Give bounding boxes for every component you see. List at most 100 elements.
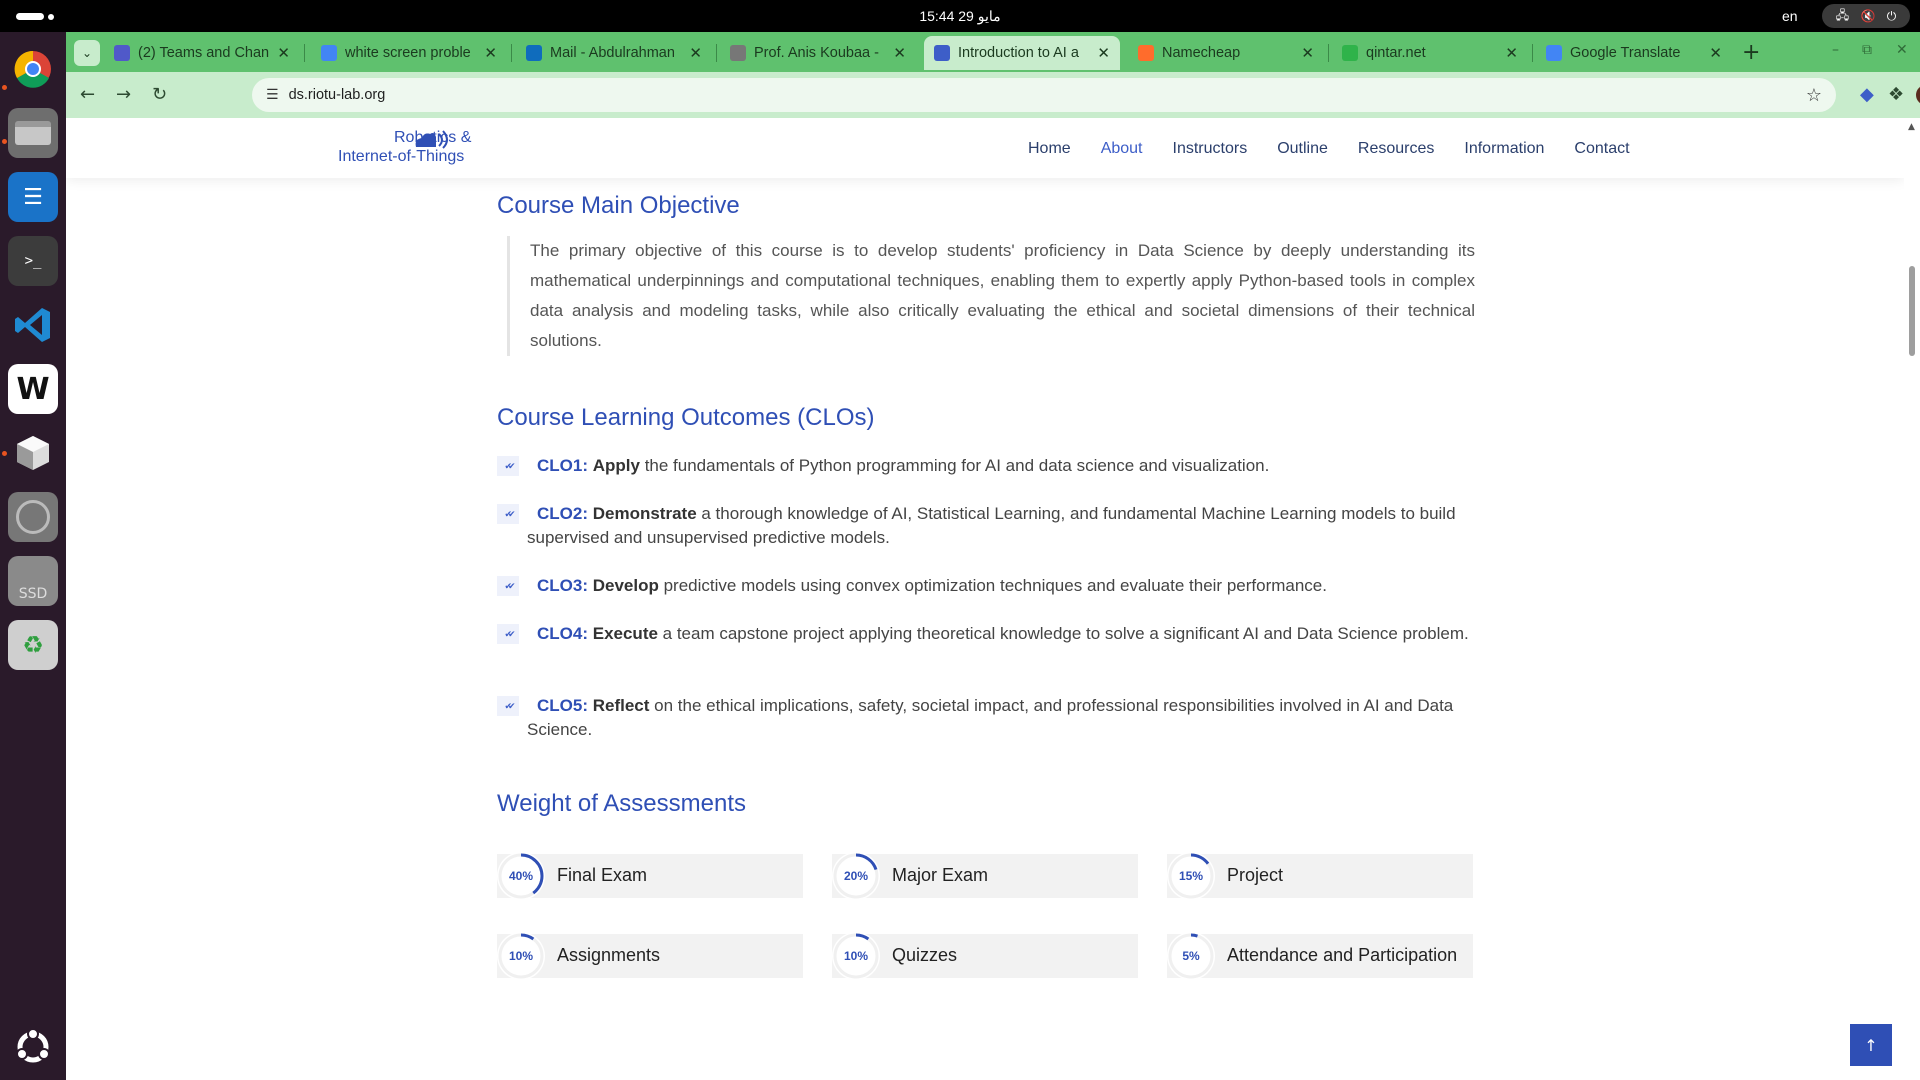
tab-separator bbox=[1328, 44, 1329, 62]
box-app-icon[interactable] bbox=[8, 428, 58, 478]
running-indicator bbox=[2, 85, 7, 90]
files-icon[interactable] bbox=[8, 108, 58, 158]
progress-ring: 20% bbox=[832, 852, 880, 900]
double-check-icon: ✔✔ bbox=[497, 696, 519, 716]
minimize-icon[interactable]: – bbox=[1832, 42, 1839, 58]
clo-item: ✔✔ CLO4: Execute a team capstone project … bbox=[497, 622, 1475, 646]
site-header: Robotics & Internet-of-Things Home About I… bbox=[66, 118, 1904, 178]
input-language[interactable]: en bbox=[1782, 8, 1798, 24]
forward-icon[interactable]: → bbox=[116, 84, 131, 105]
address-bar[interactable]: ☰ ☆ bbox=[252, 78, 1836, 112]
clo-verb: Apply bbox=[592, 456, 640, 475]
tab-close-icon[interactable]: ✕ bbox=[1097, 44, 1110, 62]
page-scrollbar[interactable]: ▲ bbox=[1904, 118, 1920, 1080]
site-info-icon[interactable]: ☰ bbox=[266, 87, 279, 103]
trash-icon[interactable]: ♻ bbox=[8, 620, 58, 670]
back-to-top-button[interactable]: ↑ bbox=[1850, 1024, 1892, 1066]
tab-favicon-icon bbox=[114, 45, 130, 61]
tab-close-icon[interactable]: ✕ bbox=[689, 44, 702, 62]
assessment-card: 40% Final Exam bbox=[497, 852, 803, 900]
tab-close-icon[interactable]: ✕ bbox=[1709, 44, 1722, 62]
nav-link-outline[interactable]: Outline bbox=[1277, 140, 1328, 158]
assessment-percent: 15% bbox=[1178, 869, 1204, 883]
browser-tab[interactable]: Mail - Abdulrahman ✕ bbox=[516, 36, 712, 70]
profile-avatar[interactable] bbox=[1916, 85, 1920, 105]
tab-title: Namecheap bbox=[1162, 45, 1241, 61]
site-logo[interactable]: Robotics & Internet-of-Things bbox=[338, 128, 471, 166]
browser-tab[interactable]: (2) Teams and Chan ✕ bbox=[104, 36, 300, 70]
tab-close-icon[interactable]: ✕ bbox=[277, 44, 290, 62]
nav-link-information[interactable]: Information bbox=[1464, 140, 1544, 158]
scrollbar-thumb[interactable] bbox=[1909, 266, 1915, 356]
browser-toolbar: ← → ↻ ☰ ☆ ◆ ❖ ⋮ bbox=[66, 72, 1920, 118]
clo-code: CLO4: bbox=[537, 624, 588, 643]
tab-separator bbox=[511, 44, 512, 62]
tab-title: white screen proble bbox=[345, 45, 471, 61]
nav-link-home[interactable]: Home bbox=[1028, 140, 1071, 158]
tab-search-icon[interactable]: ⌄ bbox=[74, 40, 100, 66]
tab-title: (2) Teams and Chan bbox=[138, 45, 270, 61]
double-check-icon: ✔✔ bbox=[497, 624, 519, 644]
browser-tab[interactable]: Prof. Anis Koubaa - ✕ bbox=[720, 36, 916, 70]
terminal-icon[interactable]: >_ bbox=[8, 236, 58, 286]
objective-heading: Course Main Objective bbox=[497, 192, 740, 219]
assessment-percent: 40% bbox=[508, 869, 534, 883]
browser-tab[interactable]: Introduction to AI a ✕ bbox=[924, 36, 1120, 70]
clo-code: CLO2: bbox=[537, 504, 588, 523]
vscode-icon[interactable] bbox=[8, 300, 58, 350]
assessments-heading: Weight of Assessments bbox=[497, 790, 746, 817]
assessment-card: 10% Assignments bbox=[497, 932, 803, 980]
browser-tab[interactable]: Namecheap ✕ bbox=[1128, 36, 1324, 70]
w-app-icon[interactable]: W bbox=[8, 364, 58, 414]
assessment-card: 20% Major Exam bbox=[832, 852, 1138, 900]
system-tray[interactable]: 🖧 🔇 ⏻ bbox=[1822, 4, 1910, 28]
assessment-card: 5% Attendance and Participation bbox=[1167, 932, 1473, 980]
clo-verb: Develop bbox=[592, 576, 659, 595]
nav-link-contact[interactable]: Contact bbox=[1574, 140, 1629, 158]
tab-close-icon[interactable]: ✕ bbox=[893, 44, 906, 62]
writer-icon[interactable]: ☰ bbox=[8, 172, 58, 222]
browser-tab[interactable]: qintar.net ✕ bbox=[1332, 36, 1528, 70]
assessment-label: Quizzes bbox=[892, 945, 958, 965]
clo-item: ✔✔ CLO3: Develop predictive models using … bbox=[497, 574, 1475, 598]
close-window-icon[interactable]: ✕ bbox=[1896, 42, 1908, 58]
scroll-up-arrow-icon[interactable]: ▲ bbox=[1908, 122, 1915, 132]
running-indicator bbox=[2, 451, 7, 456]
tab-favicon-icon bbox=[1138, 45, 1154, 61]
browser-tab[interactable]: Google Translate ✕ bbox=[1536, 36, 1732, 70]
url-input[interactable] bbox=[288, 87, 1689, 103]
clo-heading: Course Learning Outcomes (CLOs) bbox=[497, 404, 875, 431]
reload-icon[interactable]: ↻ bbox=[152, 84, 167, 105]
clock[interactable]: 15:44 29 مايو bbox=[0, 8, 1920, 25]
assessment-label: Assignments bbox=[557, 945, 661, 965]
show-apps-icon[interactable] bbox=[8, 1022, 58, 1072]
tab-close-icon[interactable]: ✕ bbox=[1301, 44, 1314, 62]
nav-link-resources[interactable]: Resources bbox=[1358, 140, 1434, 158]
tab-close-icon[interactable]: ✕ bbox=[484, 44, 497, 62]
extensions-puzzle-icon[interactable]: ❖ bbox=[1888, 84, 1904, 105]
progress-ring: 40% bbox=[497, 852, 545, 900]
new-tab-icon[interactable]: + bbox=[1742, 40, 1760, 65]
clo-verb: Reflect bbox=[592, 696, 650, 715]
restore-icon[interactable]: ⧉ bbox=[1862, 42, 1872, 58]
chrome-icon[interactable] bbox=[8, 44, 58, 94]
tab-title: qintar.net bbox=[1366, 45, 1426, 61]
disc-icon[interactable] bbox=[8, 492, 58, 542]
assessment-percent: 10% bbox=[843, 949, 869, 963]
browser-tab[interactable]: white screen proble ✕ bbox=[311, 36, 507, 70]
ssd-icon[interactable]: SSD bbox=[8, 556, 58, 606]
double-check-icon: ✔✔ bbox=[497, 456, 519, 476]
nav-link-about[interactable]: About bbox=[1101, 140, 1143, 158]
system-top-bar: 15:44 29 مايو en 🖧 🔇 ⏻ bbox=[0, 0, 1920, 32]
progress-ring: 10% bbox=[497, 932, 545, 980]
nav-link-instructors[interactable]: Instructors bbox=[1173, 140, 1248, 158]
running-indicator bbox=[2, 139, 7, 144]
tab-favicon-icon bbox=[1546, 45, 1562, 61]
tab-separator bbox=[716, 44, 717, 62]
bookmark-star-icon[interactable]: ☆ bbox=[1806, 85, 1822, 106]
assessment-percent: 5% bbox=[1182, 949, 1200, 963]
back-icon[interactable]: ← bbox=[80, 84, 95, 105]
extension-icon[interactable]: ◆ bbox=[1860, 84, 1874, 105]
tab-favicon-icon bbox=[934, 45, 950, 61]
tab-close-icon[interactable]: ✕ bbox=[1505, 44, 1518, 62]
